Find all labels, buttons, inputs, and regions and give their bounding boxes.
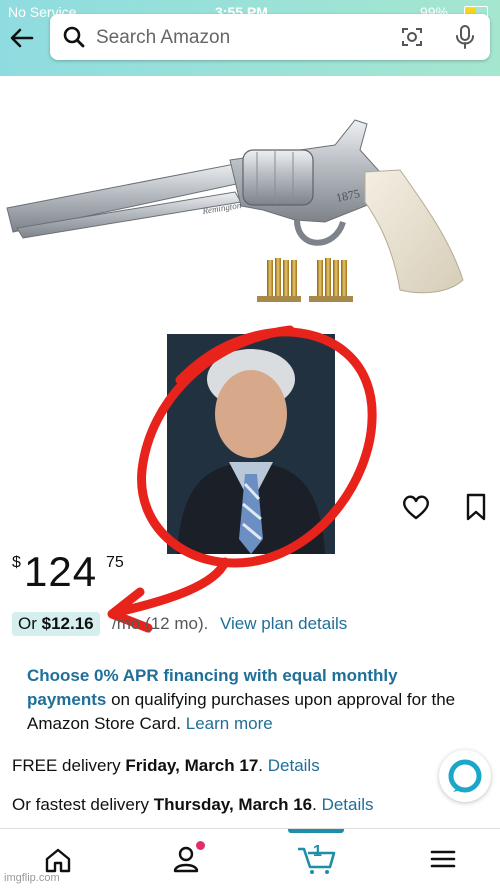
fastest-delivery-separator: .: [312, 795, 322, 814]
monthly-amount: $12.16: [41, 614, 94, 633]
watermark: imgflip.com: [4, 872, 60, 884]
alexa-icon: [448, 759, 482, 793]
learn-more-link[interactable]: Learn more: [186, 714, 273, 733]
fastest-delivery-line: Or fastest delivery Thursday, March 16. …: [12, 795, 374, 815]
alexa-button[interactable]: [439, 750, 491, 802]
financing-offer: Choose 0% APR financing with equal month…: [27, 664, 467, 736]
free-delivery-date: Friday, March 17: [125, 756, 259, 775]
monthly-term: /mo (12 mo).: [112, 614, 209, 633]
search-input[interactable]: Search Amazon: [50, 14, 490, 60]
bookmark-icon[interactable]: [465, 493, 487, 521]
nav-active-indicator: [288, 829, 344, 833]
home-icon[interactable]: [44, 847, 72, 873]
camera-icon[interactable]: [400, 25, 424, 49]
bottom-navigation: 1: [0, 828, 500, 890]
free-delivery-prefix: FREE delivery: [12, 756, 126, 775]
header-bar: No Service 3:55 PM 99% Search Amazon: [0, 0, 500, 76]
free-delivery-details-link[interactable]: Details: [268, 756, 320, 775]
fastest-delivery-date: Thursday, March 16: [153, 795, 313, 814]
cart-count: 1: [313, 843, 322, 860]
free-delivery-separator: .: [258, 756, 268, 775]
monthly-prefix: Or: [18, 614, 42, 633]
menu-icon[interactable]: [430, 849, 456, 869]
account-icon[interactable]: [172, 845, 200, 873]
cartridges: [257, 258, 353, 302]
search-icon: [63, 26, 85, 48]
financing-headline[interactable]: Choose 0% APR financing with equal month…: [27, 666, 398, 685]
account-notification-dot: [196, 841, 205, 850]
back-arrow-icon[interactable]: [8, 24, 36, 52]
free-delivery-line: FREE delivery Friday, March 17. Details: [12, 756, 320, 776]
price-whole: 124: [24, 548, 98, 595]
search-placeholder: Search Amazon: [96, 27, 231, 48]
portrait-image: [167, 334, 335, 554]
mic-icon[interactable]: [455, 24, 475, 50]
price-fraction: 75: [106, 554, 124, 571]
heart-icon[interactable]: [402, 494, 430, 520]
view-plan-details-link[interactable]: View plan details: [220, 612, 347, 636]
fastest-delivery-details-link[interactable]: Details: [322, 795, 374, 814]
price-currency-symbol: $: [12, 554, 21, 571]
financing-headline-link[interactable]: payments: [27, 690, 106, 709]
product-image-revolver[interactable]: Remington 1875: [5, 110, 475, 325]
monthly-payment-badge: Or $12.16: [12, 612, 100, 636]
fastest-delivery-prefix: Or fastest delivery: [12, 795, 154, 814]
